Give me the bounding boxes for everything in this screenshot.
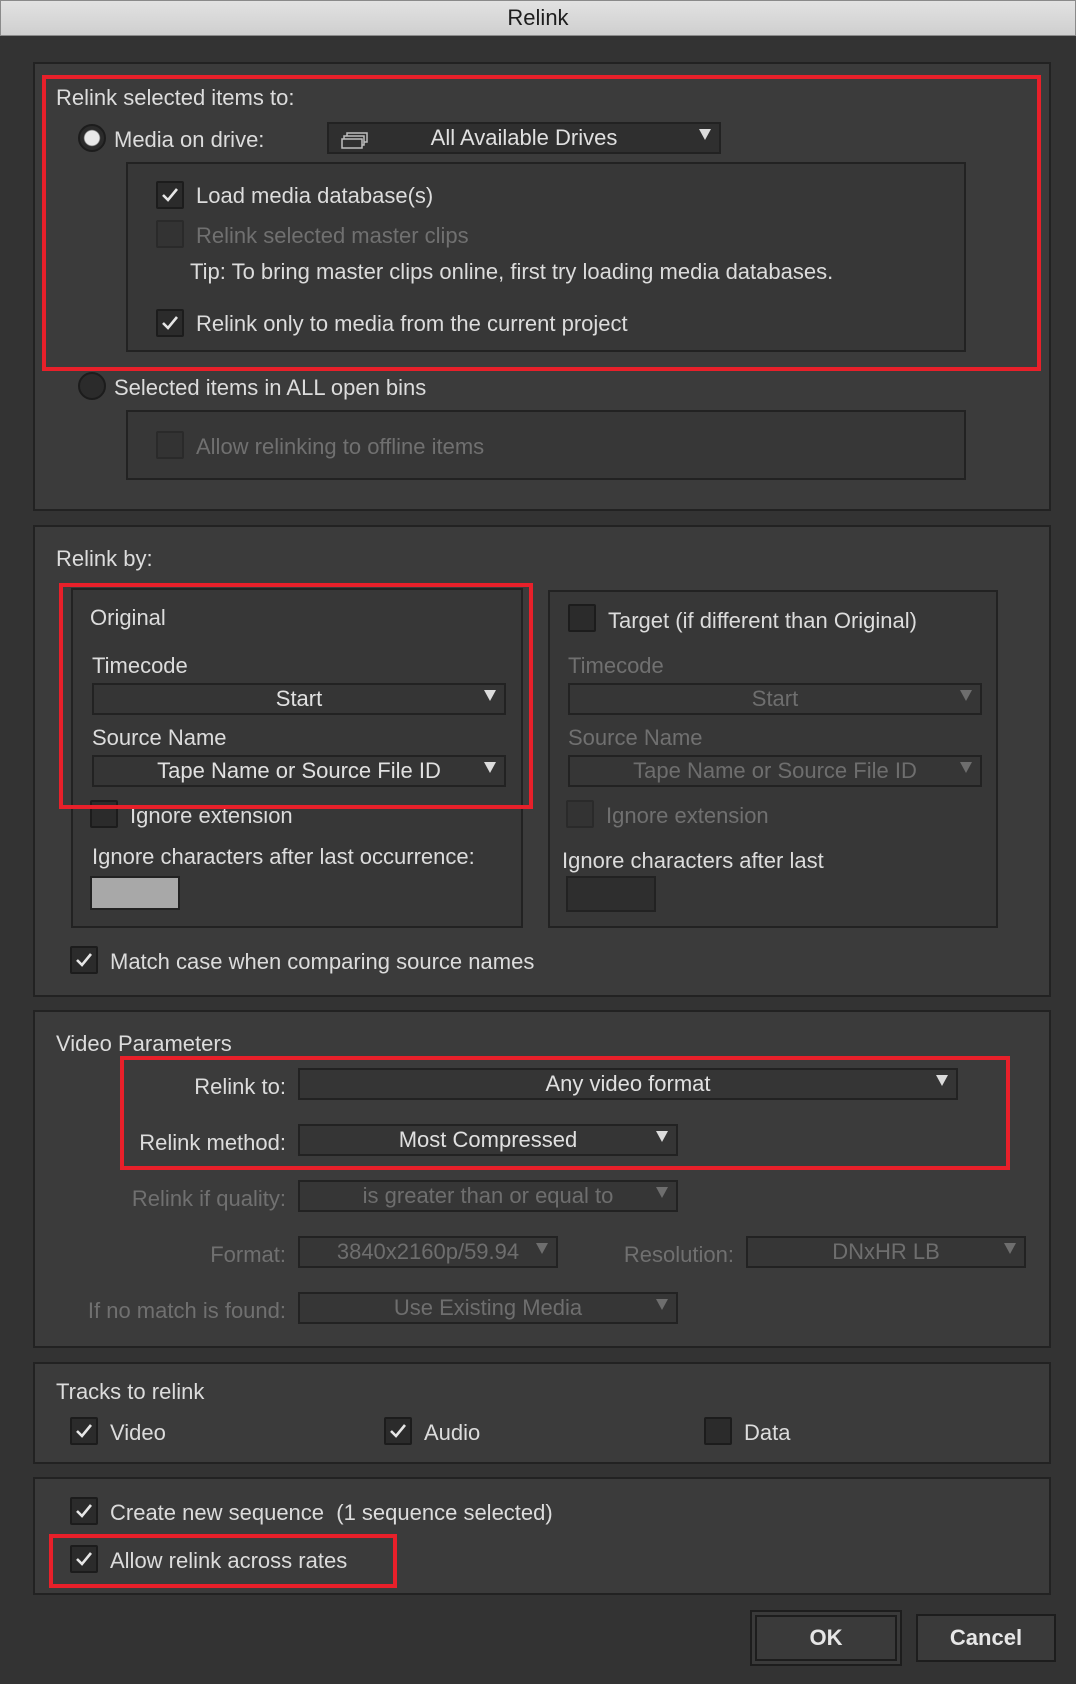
quality-label: Relink if quality:	[131, 1186, 286, 1211]
relink-current-project-checkbox[interactable]	[156, 309, 184, 337]
target-ignore-chars-input[interactable]	[566, 876, 656, 912]
allow-rates-label: Allow relink across rates	[110, 1548, 348, 1573]
original-timecode-value: Start	[275, 686, 323, 711]
drive-dropdown-value: All Available Drives	[430, 125, 618, 150]
drive-dropdown[interactable]: All Available Drives	[327, 122, 721, 154]
checkmark-icon	[390, 1424, 407, 1438]
track-data-checkbox[interactable]	[704, 1417, 732, 1445]
relink-master-clips-checkbox[interactable]	[156, 220, 184, 248]
match-case-checkbox[interactable]	[70, 946, 98, 974]
original-source-name-dropdown[interactable]: Tape Name or Source File ID	[92, 755, 506, 787]
target-timecode-dropdown[interactable]: Start	[568, 683, 982, 715]
window-title: Relink	[507, 5, 569, 30]
target-ignore-extension-checkbox[interactable]	[566, 800, 594, 828]
relink-by-header: Relink by:	[56, 546, 153, 571]
quality-dropdown[interactable]: is greater than or equal to	[298, 1180, 678, 1212]
resolution-dropdown[interactable]: DNxHR LB	[746, 1236, 1026, 1268]
target-timecode-label: Timecode	[568, 653, 664, 678]
no-match-value: Use Existing Media	[393, 1295, 583, 1320]
track-audio-label: Audio	[424, 1420, 481, 1445]
relink-to-dropdown[interactable]: Any video format	[298, 1068, 958, 1100]
chevron-down-icon	[699, 129, 711, 140]
chevron-down-icon	[960, 690, 972, 701]
load-media-db-label: Load media database(s)	[196, 183, 434, 208]
relink-method-label: Relink method:	[139, 1130, 286, 1155]
quality-value: is greater than or equal to	[362, 1183, 614, 1208]
format-label: Format:	[210, 1242, 286, 1267]
selected-all-bins-label: Selected items in ALL open bins	[114, 375, 427, 400]
checkmark-icon	[162, 316, 179, 330]
resolution-value: DNxHR LB	[832, 1239, 940, 1264]
video-params-header: Video Parameters	[56, 1031, 232, 1056]
tracks-section	[33, 1362, 1051, 1464]
target-ignore-chars-label: Ignore characters after last	[562, 848, 824, 873]
format-dropdown[interactable]: 3840x2160p/59.94	[298, 1236, 558, 1268]
chevron-down-icon	[656, 1187, 668, 1198]
original-ignore-extension-checkbox[interactable]	[90, 800, 118, 828]
ok-button-label: OK	[809, 1625, 843, 1650]
chevron-down-icon	[1004, 1243, 1016, 1254]
checkmark-icon	[76, 953, 93, 967]
original-ignore-chars-label: Ignore characters after last occurrence:	[92, 844, 475, 869]
selected-all-bins-radio[interactable]	[78, 372, 106, 400]
relink-items-header: Relink selected items to:	[56, 85, 295, 110]
tip-text: Tip: To bring master clips online, first…	[190, 259, 834, 284]
target-checkbox[interactable]	[568, 604, 596, 632]
original-source-name-label: Source Name	[92, 725, 227, 750]
cancel-button[interactable]: Cancel	[916, 1614, 1056, 1662]
track-audio-checkbox[interactable]	[384, 1417, 412, 1445]
chevron-down-icon	[656, 1131, 668, 1142]
original-source-name-value: Tape Name or Source File ID	[157, 758, 441, 783]
original-timecode-label: Timecode	[92, 653, 188, 678]
drive-stack-icon	[341, 130, 369, 156]
create-sequence-checkbox[interactable]	[70, 1497, 98, 1525]
media-on-drive-radio[interactable]	[78, 124, 106, 152]
track-video-label: Video	[110, 1420, 166, 1445]
relink-current-project-label: Relink only to media from the current pr…	[196, 311, 628, 336]
media-on-drive-label: Media on drive:	[114, 127, 265, 152]
ok-button[interactable]: OK	[750, 1610, 902, 1666]
track-video-checkbox[interactable]	[70, 1417, 98, 1445]
options-section	[33, 1477, 1051, 1595]
format-value: 3840x2160p/59.94	[336, 1239, 520, 1264]
match-case-label: Match case when comparing source names	[110, 949, 535, 974]
window-title-bar: Relink	[0, 0, 1076, 36]
no-match-dropdown[interactable]: Use Existing Media	[298, 1292, 678, 1324]
chevron-down-icon	[656, 1299, 668, 1310]
checkmark-icon	[162, 188, 179, 202]
chevron-down-icon	[484, 690, 496, 701]
chevron-down-icon	[484, 762, 496, 773]
checkmark-icon	[76, 1424, 93, 1438]
chevron-down-icon	[536, 1243, 548, 1254]
target-timecode-value: Start	[751, 686, 799, 711]
relink-to-value: Any video format	[545, 1071, 711, 1096]
target-title: Target (if different than Original)	[608, 608, 917, 633]
cancel-button-label: Cancel	[949, 1625, 1023, 1650]
load-media-db-checkbox[interactable]	[156, 181, 184, 209]
relink-method-value: Most Compressed	[398, 1127, 578, 1152]
allow-rates-checkbox[interactable]	[70, 1545, 98, 1573]
target-source-name-label: Source Name	[568, 725, 703, 750]
original-title: Original	[90, 605, 166, 630]
allow-offline-label: Allow relinking to offline items	[196, 434, 485, 459]
allow-offline-checkbox[interactable]	[156, 431, 184, 459]
resolution-label: Resolution:	[623, 1242, 734, 1267]
relink-master-clips-label: Relink selected master clips	[196, 223, 469, 248]
track-data-label: Data	[744, 1420, 791, 1445]
original-ignore-extension-label: Ignore extension	[130, 803, 293, 828]
chevron-down-icon	[936, 1075, 948, 1086]
original-ignore-chars-input[interactable]	[90, 876, 180, 910]
target-source-name-dropdown[interactable]: Tape Name or Source File ID	[568, 755, 982, 787]
relink-method-dropdown[interactable]: Most Compressed	[298, 1124, 678, 1156]
no-match-label: If no match is found:	[87, 1298, 286, 1323]
relink-to-label: Relink to:	[194, 1074, 286, 1099]
original-timecode-dropdown[interactable]: Start	[92, 683, 506, 715]
target-ignore-extension-label: Ignore extension	[606, 803, 769, 828]
tracks-header: Tracks to relink	[56, 1379, 205, 1404]
target-source-name-value: Tape Name or Source File ID	[633, 758, 917, 783]
create-sequence-label: Create new sequence (1 sequence selected…	[110, 1500, 553, 1525]
chevron-down-icon	[960, 762, 972, 773]
checkmark-icon	[76, 1552, 93, 1566]
checkmark-icon	[76, 1504, 93, 1518]
